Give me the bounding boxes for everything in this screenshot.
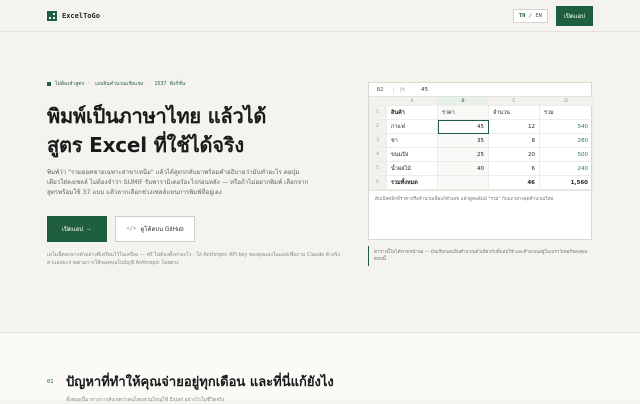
column-header: D — [540, 97, 593, 106]
price-cell[interactable]: 40 — [438, 162, 489, 176]
row-number: 4 — [369, 148, 387, 162]
square-bullet-icon — [47, 82, 51, 86]
qty-sum-cell: 46 — [489, 176, 540, 190]
grand-total-cell: 1,560 — [540, 176, 593, 190]
price-cell-selected[interactable]: 45 — [438, 120, 489, 134]
row-number: 3 — [369, 134, 387, 148]
hero-meta: ไม่ต้องจำสูตร · เอนจินคำนวณเชิงแชง · 153… — [47, 80, 347, 88]
engine-note: ตารางนี้ไม่ได้ทาดหน้าจอ — มันเรียกเอนจิน… — [368, 246, 592, 266]
spreadsheet-demo: B2 fx 45 A B C D 1 สินค้า ราคา จำนวน รวม… — [368, 82, 593, 240]
column-header: C — [489, 97, 540, 106]
meta-item-1: ไม่ต้องจำสูตร — [55, 81, 85, 87]
corner-cell — [369, 97, 387, 106]
github-button[interactable]: </> ดูโค้ดบน GitHub — [115, 216, 195, 242]
demo-note: เดโมนี้ตอบจากตัวอย่างที่เตรียมไว้ในเครื่… — [47, 252, 340, 266]
grand-total-label: รวมทั้งหมด — [387, 176, 438, 190]
product-cell: ชา — [387, 134, 438, 148]
cell-reference: B2 — [377, 86, 384, 93]
formula-value[interactable]: 45 — [415, 87, 428, 93]
hero-section: ไม่ต้องจำสูตร · เอนจินคำนวณเชิงแชง · 153… — [47, 80, 347, 267]
meta-separator: · — [147, 81, 151, 87]
header-cell: สินค้า — [387, 106, 438, 120]
total-cell: 240 — [540, 162, 593, 176]
lang-en[interactable]: EN — [535, 13, 542, 19]
top-actions: TH / EN เปิดแอป — [512, 5, 593, 26]
code-icon: </> — [126, 226, 137, 232]
meta-separator: · — [88, 81, 92, 87]
formula-bar: B2 fx 45 — [369, 83, 591, 97]
section-title: ปัญหาที่ทำให้คุณจ่ายอยู่ทุกเดือน และที่น… — [66, 375, 334, 390]
sheet-hint: ดับเบิลคลิกที่ราคาหรือจำนวนเพื่อแก้ตัวเล… — [369, 190, 591, 208]
open-app-top-button[interactable]: เปิดแอป — [555, 5, 593, 26]
qty-cell[interactable]: 12 — [489, 120, 540, 134]
lang-separator: / — [525, 12, 536, 19]
cta-row: เปิดแอป → </> ดูโค้ดบน GitHub — [47, 216, 347, 242]
meta-item-2: เอนจินคำนวณเชิงแชง — [95, 81, 144, 87]
qty-cell[interactable]: 6 — [489, 162, 540, 176]
header-cell: รวม — [540, 106, 593, 120]
hero-title-line-2: สูตร Excel ที่ใช้ได้จริง — [47, 133, 244, 157]
grid-logo-icon — [47, 10, 57, 21]
product-cell: ขนมปัง — [387, 148, 438, 162]
open-app-button[interactable]: เปิดแอป → — [47, 216, 107, 242]
hero-title-line-1: พิมพ์เป็นภาษาไทย แล้วได้ — [47, 104, 267, 128]
problems-section: 01 ปัญหาที่ทำให้คุณจ่ายอยู่ทุกเดือน และท… — [0, 332, 640, 403]
column-header: B — [438, 97, 489, 106]
language-switcher[interactable]: TH / EN — [512, 8, 548, 23]
qty-cell[interactable]: 8 — [489, 134, 540, 148]
header-cell: จำนวน — [489, 106, 540, 120]
row-number: 1 — [369, 106, 387, 120]
hero-title: พิมพ์เป็นภาษาไทย แล้วได้ สูตร Excel ที่ใ… — [47, 102, 347, 160]
total-cell: 500 — [540, 148, 593, 162]
total-cell: 280 — [540, 134, 593, 148]
arrow-right-icon: → — [86, 226, 93, 232]
empty-cell — [438, 176, 489, 190]
meta-item-3: 1537 ฟังก์ชั่น — [154, 81, 186, 87]
price-cell[interactable]: 25 — [438, 148, 489, 162]
product-cell: น้ำผลไม้ — [387, 162, 438, 176]
brand-name[interactable]: ExcelToGo — [62, 12, 100, 20]
column-header: A — [387, 97, 438, 106]
hero-description: พิมพ์ว่า "รวมยอดขายเฉพาะสาขาเหนือ" แล้วไ… — [47, 169, 309, 196]
header-cell: ราคา — [438, 106, 489, 120]
row-number: 2 — [369, 120, 387, 134]
sheet-grid: A B C D 1 สินค้า ราคา จำนวน รวม 2 กาแฟ 4… — [369, 97, 593, 190]
total-cell: 540 — [540, 120, 593, 134]
top-bar: ExcelToGo TH / EN เปิดแอป — [0, 0, 640, 32]
open-app-label: เปิดแอป — [61, 227, 84, 233]
github-label: ดูโค้ดบน GitHub — [140, 227, 184, 233]
row-number: 5 — [369, 162, 387, 176]
price-cell[interactable]: 35 — [438, 134, 489, 148]
section-subtitle: ทั้งหมดนี้มาจากการสังเกตว่าคนไทยส่วนใหญ่… — [66, 397, 225, 403]
product-cell: กาแฟ — [387, 120, 438, 134]
fx-icon: fx — [393, 86, 415, 93]
section-number: 01 — [47, 379, 54, 385]
qty-cell[interactable]: 20 — [489, 148, 540, 162]
row-number: 6 — [369, 176, 387, 190]
